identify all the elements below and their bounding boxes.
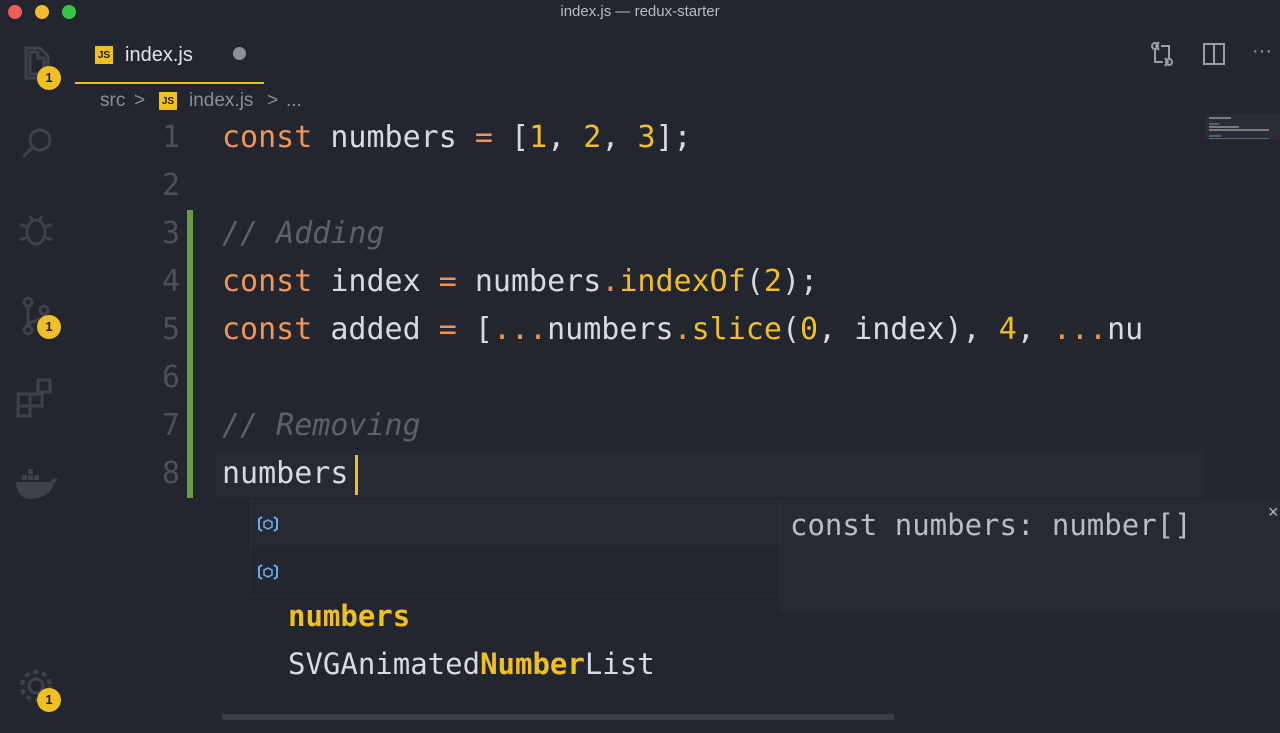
more-icon[interactable]: ··· [1252, 40, 1272, 63]
function-name: indexOf [619, 264, 746, 299]
punctuation: [ [456, 312, 493, 347]
close-details-icon[interactable]: × [1268, 502, 1279, 523]
breadcrumb-separator: > [134, 90, 146, 111]
operator: . [673, 312, 692, 347]
variable-icon [258, 516, 278, 532]
title-bar: index.js — redux-starter [0, 0, 1280, 24]
punctuation: ]; [655, 120, 692, 155]
suggestion-match: Number [480, 647, 585, 681]
identifier: numbers [456, 264, 602, 299]
unsaved-indicator-icon[interactable] [233, 47, 246, 60]
minimap[interactable] [1205, 114, 1280, 714]
line-number: 8 [161, 456, 180, 491]
operator: . [601, 264, 620, 299]
spread-operator: ... [1052, 312, 1108, 347]
line-number: 2 [161, 168, 180, 203]
code-line-8[interactable]: numbers [222, 450, 348, 498]
js-file-icon: JS [159, 92, 177, 110]
search-icon [21, 128, 52, 159]
number-literal: 2 [583, 120, 602, 155]
suggestion-text: SVGAnimated [288, 647, 481, 681]
activity-extensions[interactable] [12, 374, 60, 422]
identifier: added [312, 312, 439, 347]
code-line-7[interactable]: // Removing [222, 402, 421, 450]
number-literal: 0 [800, 312, 819, 347]
explorer-badge: 1 [37, 66, 61, 90]
number-literal: 2 [763, 264, 782, 299]
identifier: nu [1107, 312, 1144, 347]
function-name: slice [691, 312, 782, 347]
code-line-5[interactable]: const added = [...numbers.slice(0, index… [222, 306, 1202, 354]
keyword: const [222, 264, 313, 299]
activity-debug[interactable] [12, 206, 60, 254]
line-number: 1 [161, 120, 180, 155]
line-number: 3 [161, 216, 180, 251]
breadcrumb-ellipsis[interactable]: ... [286, 90, 302, 112]
activity-search[interactable] [12, 120, 60, 168]
spread-operator: ... [492, 312, 548, 347]
line-number: 6 [161, 360, 180, 395]
line-number: 5 [161, 312, 180, 347]
suggestion-label: SVGAnimatedNumberList [288, 641, 655, 687]
tab-label: index.js [125, 44, 193, 66]
keyword: const [222, 120, 313, 155]
number-literal: 4 [998, 312, 1017, 347]
breadcrumb-separator: > [267, 90, 279, 111]
extensions-icon [16, 378, 52, 418]
punctuation: ( [745, 264, 764, 299]
punctuation: [ [492, 120, 530, 155]
suggestion-details: const numbers: number[] × [780, 500, 1280, 612]
identifier: index [312, 264, 439, 299]
code-line-1[interactable]: const numbers = [1, 2, 3]; [222, 114, 692, 162]
operator: = [438, 264, 457, 299]
activity-bar: 1 1 1 [0, 24, 75, 720]
code-line-3[interactable]: // Adding [222, 210, 385, 258]
activity-docker[interactable] [12, 458, 60, 506]
compare-changes-icon[interactable] [1148, 40, 1176, 68]
operator: = [474, 120, 493, 155]
autocomplete-suggestions: numbers SVGAnimatedNumberList [250, 500, 780, 681]
breadcrumb-folder[interactable]: src [100, 90, 125, 112]
bug-icon [19, 215, 53, 246]
current-line-highlight [215, 450, 1205, 498]
horizontal-scrollbar[interactable] [222, 714, 894, 720]
gutter-change-indicator [187, 210, 193, 498]
punctuation: , [601, 120, 638, 155]
punctuation: ); [781, 264, 819, 299]
punctuation: , [547, 120, 584, 155]
breadcrumb-file[interactable]: index.js [189, 90, 253, 112]
settings-badge: 1 [37, 688, 61, 712]
code-line-4[interactable]: const index = numbers.indexOf(2); [222, 258, 818, 306]
punctuation: , [1016, 312, 1053, 347]
js-file-icon: JS [95, 46, 113, 64]
split-editor-icon[interactable] [1200, 40, 1228, 68]
source-control-badge: 1 [37, 315, 61, 339]
keyword: const [222, 312, 313, 347]
suggestion-item-svganimatednumberlist[interactable]: SVGAnimatedNumberList [251, 549, 779, 681]
suggestion-text: List [584, 647, 655, 681]
identifier: numbers [547, 312, 674, 347]
punctuation: , index), [818, 312, 999, 347]
number-literal: 1 [529, 120, 548, 155]
suggestion-item-numbers[interactable]: numbers [251, 501, 779, 633]
window-title: index.js — redux-starter [560, 3, 720, 20]
identifier: numbers [312, 120, 475, 155]
docker-icon [16, 469, 58, 499]
text-cursor [355, 455, 358, 495]
line-number: 7 [161, 408, 180, 443]
line-number: 4 [161, 264, 180, 299]
punctuation: ( [781, 312, 800, 347]
number-literal: 3 [637, 120, 656, 155]
operator: = [438, 312, 457, 347]
tab-index-js[interactable]: JS index.js [75, 24, 264, 84]
suggestion-type-signature: const numbers: number[] [790, 508, 1192, 542]
variable-icon [258, 564, 278, 580]
